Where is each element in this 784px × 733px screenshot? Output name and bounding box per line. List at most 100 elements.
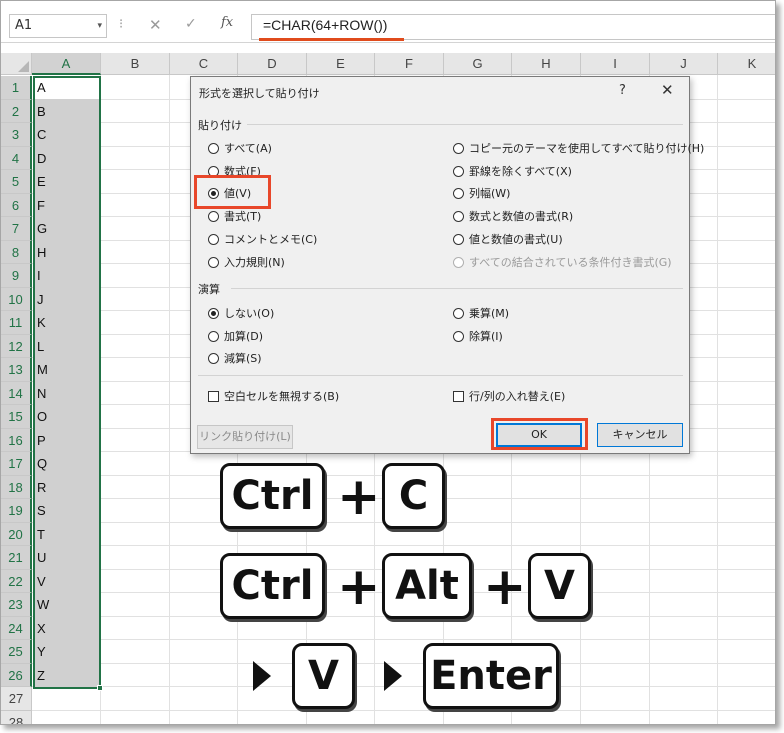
column-header-k[interactable]: K: [718, 53, 775, 75]
column-header-b[interactable]: B: [101, 53, 170, 75]
radio-op-divide[interactable]: 除算(I): [453, 328, 503, 344]
column-header-e[interactable]: E: [307, 53, 375, 75]
close-icon[interactable]: ✕: [661, 81, 674, 99]
column-header-d[interactable]: D: [238, 53, 307, 75]
operation-group-label: 演算: [198, 283, 220, 296]
paste-link-button: リンク貼り付け(L): [197, 425, 293, 449]
row-header-3[interactable]: 3: [1, 123, 32, 147]
column-header-c[interactable]: C: [170, 53, 238, 75]
row-header-13[interactable]: 13: [1, 358, 32, 382]
cell-a26[interactable]: Z: [37, 664, 45, 687]
radio-paste-all[interactable]: すべて(A): [208, 140, 272, 156]
radio-paste-formulas-number-formats[interactable]: 数式と数値の書式(R): [453, 208, 573, 224]
row-header-4[interactable]: 4: [1, 146, 32, 170]
row-header-21[interactable]: 21: [1, 546, 32, 570]
name-box-value: A1: [15, 18, 33, 33]
row-header-16[interactable]: 16: [1, 428, 32, 452]
cell-a6[interactable]: F: [37, 194, 45, 217]
cell-a11[interactable]: K: [37, 311, 46, 334]
radio-op-add[interactable]: 加算(D): [208, 328, 263, 344]
cell-a20[interactable]: T: [37, 523, 45, 546]
column-header-a[interactable]: A: [32, 53, 101, 75]
help-icon[interactable]: ?: [619, 83, 626, 98]
row-header-28[interactable]: 28: [1, 710, 32, 724]
cell-a12[interactable]: L: [37, 335, 44, 358]
row-header-18[interactable]: 18: [1, 475, 32, 499]
column-header-f[interactable]: F: [375, 53, 444, 75]
cell-a5[interactable]: E: [37, 170, 46, 193]
column-header-i[interactable]: I: [581, 53, 650, 75]
cell-a17[interactable]: Q: [37, 452, 47, 475]
cell-a16[interactable]: P: [37, 429, 46, 452]
cell-a19[interactable]: S: [37, 499, 46, 522]
row-header-9[interactable]: 9: [1, 264, 32, 288]
row-header-24[interactable]: 24: [1, 616, 32, 640]
radio-paste-formats[interactable]: 書式(T): [208, 208, 261, 224]
row-header-11[interactable]: 11: [1, 311, 32, 335]
row-header-19[interactable]: 19: [1, 499, 32, 523]
row-header-8[interactable]: 8: [1, 240, 32, 264]
row-header-10[interactable]: 10: [1, 287, 32, 311]
row-header-27[interactable]: 27: [1, 687, 32, 711]
cell-a10[interactable]: J: [37, 288, 44, 311]
name-box[interactable]: A1 ▾: [9, 14, 107, 38]
row-header-20[interactable]: 20: [1, 522, 32, 546]
cell-a18[interactable]: R: [37, 476, 46, 499]
radio-paste-validation[interactable]: 入力規則(N): [208, 254, 285, 270]
cell-a9[interactable]: I: [37, 264, 41, 287]
row-header-6[interactable]: 6: [1, 193, 32, 217]
cell-a4[interactable]: D: [37, 147, 46, 170]
radio-op-none[interactable]: しない(O): [208, 305, 274, 321]
key-ctrl: Ctrl: [220, 553, 325, 619]
key-c: C: [382, 463, 445, 529]
plus-sign: +: [337, 557, 381, 617]
radio-paste-column-widths[interactable]: 列幅(W): [453, 185, 510, 201]
cell-a8[interactable]: H: [37, 241, 46, 264]
column-header-h[interactable]: H: [512, 53, 581, 75]
cell-a25[interactable]: Y: [37, 640, 46, 663]
checkbox-transpose[interactable]: 行/列の入れ替え(E): [453, 388, 565, 404]
formula-highlight-underline: [259, 38, 404, 41]
row-header-7[interactable]: 7: [1, 217, 32, 241]
cancel-icon[interactable]: ✕: [149, 16, 162, 34]
chevron-down-icon[interactable]: ▾: [97, 15, 102, 37]
row-header-1[interactable]: 1: [1, 76, 32, 100]
row-header-15[interactable]: 15: [1, 405, 32, 429]
row-header-14[interactable]: 14: [1, 381, 32, 405]
cell-a24[interactable]: X: [37, 617, 46, 640]
cell-a7[interactable]: G: [37, 217, 47, 240]
checkbox-skip-blanks[interactable]: 空白セルを無視する(B): [208, 388, 339, 404]
row-header-25[interactable]: 25: [1, 640, 32, 664]
cell-a15[interactable]: O: [37, 405, 47, 428]
radio-op-subtract[interactable]: 減算(S): [208, 350, 262, 366]
insert-function-icon[interactable]: fx: [221, 15, 233, 30]
key-alt: Alt: [382, 553, 472, 619]
radio-paste-no-borders[interactable]: 罫線を除くすべて(X): [453, 163, 572, 179]
radio-op-multiply[interactable]: 乗算(M): [453, 305, 509, 321]
cell-a14[interactable]: N: [37, 382, 46, 405]
radio-paste-comments[interactable]: コメントとメモ(C): [208, 231, 317, 247]
cell-a13[interactable]: M: [37, 358, 48, 381]
row-header-26[interactable]: 26: [1, 663, 32, 687]
row-header-2[interactable]: 2: [1, 99, 32, 123]
cell-a3[interactable]: C: [37, 123, 46, 146]
cell-a21[interactable]: U: [37, 546, 46, 569]
fill-handle[interactable]: [97, 685, 103, 691]
column-header-g[interactable]: G: [444, 53, 512, 75]
row-header-22[interactable]: 22: [1, 569, 32, 593]
column-header-j[interactable]: J: [650, 53, 718, 75]
radio-paste-values-number-formats[interactable]: 値と数値の書式(U): [453, 231, 563, 247]
cell-a1[interactable]: A: [37, 76, 46, 99]
cell-a23[interactable]: W: [37, 593, 49, 616]
cancel-button[interactable]: キャンセル: [597, 423, 683, 447]
radio-paste-source-theme[interactable]: コピー元のテーマを使用してすべて貼り付け(H): [453, 140, 704, 156]
cell-a22[interactable]: V: [37, 570, 46, 593]
select-all-button[interactable]: [1, 53, 32, 75]
row-header-17[interactable]: 17: [1, 452, 32, 476]
enter-check-icon[interactable]: ✓: [185, 16, 197, 32]
row-header-5[interactable]: 5: [1, 170, 32, 194]
row-header-23[interactable]: 23: [1, 593, 32, 617]
cell-a2[interactable]: B: [37, 100, 46, 123]
row-header-12[interactable]: 12: [1, 334, 32, 358]
drag-handle-icon[interactable]: ⁝: [119, 17, 124, 32]
